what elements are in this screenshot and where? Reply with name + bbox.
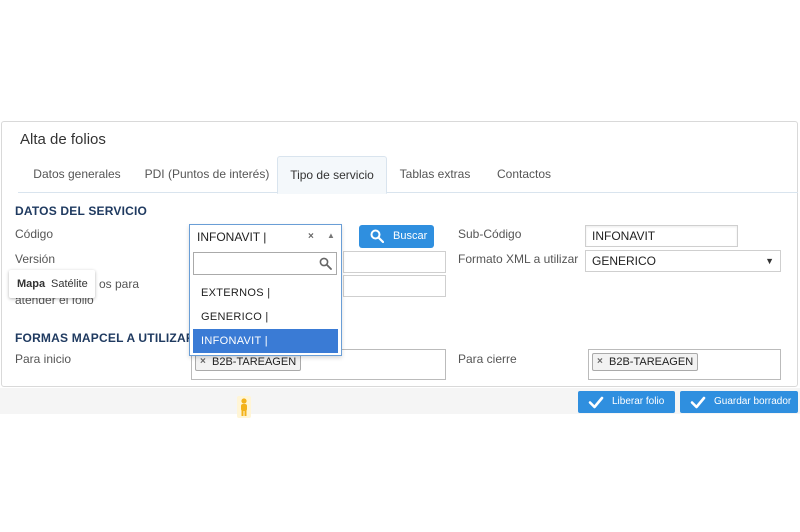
panel-title: Alta de folios (20, 131, 106, 148)
buscar-button[interactable]: Buscar (359, 225, 434, 248)
cierre-label: Para cierre (458, 352, 517, 366)
dropdown-search-input[interactable] (193, 252, 337, 275)
guardar-borrador-label: Guardar borrador (714, 396, 792, 407)
check-icon (690, 396, 706, 409)
remove-chip-icon[interactable]: × (200, 354, 206, 370)
version-label: Versión (15, 252, 56, 266)
formato-value: GENERICO (592, 254, 657, 268)
guardar-borrador-button[interactable]: Guardar borrador (680, 391, 798, 413)
dropdown-option-generico[interactable]: GENERICO | (193, 305, 338, 329)
codigo-label: Código (15, 227, 54, 241)
cierre-multiselect[interactable]: × B2B-TAREAGEN (588, 349, 781, 380)
caret-up-icon[interactable]: ▲ (327, 231, 335, 240)
search-icon (370, 229, 384, 243)
version-input[interactable] (343, 251, 446, 273)
buscar-label: Buscar (393, 230, 428, 242)
subcodigo-label: Sub-Código (458, 227, 522, 241)
section-datos-servicio: DATOS DEL SERVICIO (15, 204, 148, 218)
map-type-mapa[interactable]: Mapa (17, 270, 45, 298)
tab-tablas-extras[interactable]: Tablas extras (390, 156, 480, 193)
formato-select[interactable]: GENERICO ▼ (585, 250, 781, 272)
dropdown-option-infonavit[interactable]: INFONAVIT | (193, 329, 338, 353)
tab-tipo-servicio[interactable]: Tipo de servicio (277, 156, 387, 194)
section-formas-mapcel: FORMAS MAPCEL A UTILIZAR (15, 331, 195, 345)
check-icon (588, 396, 604, 409)
search-icon (319, 257, 332, 270)
inicio-chip-label: B2B-TAREAGEN (212, 356, 297, 368)
codigo-selected-value: INFONAVIT | (197, 230, 267, 244)
clear-selection-icon[interactable]: × (308, 231, 314, 242)
codigo-select-head[interactable]: INFONAVIT | × ▲ (190, 225, 341, 249)
liberar-folio-button[interactable]: Liberar folio (578, 391, 675, 413)
map-type-control: Mapa Satélite (9, 270, 95, 298)
punto-label-line1: os para (99, 277, 140, 291)
pegman-icon[interactable] (237, 396, 251, 418)
caret-down-icon: ▼ (765, 256, 774, 266)
subcodigo-input[interactable]: INFONAVIT (585, 225, 738, 247)
codigo-dropdown[interactable]: INFONAVIT | × ▲ EXTERNOS | GENERICO | IN… (189, 224, 342, 356)
map-type-satelite[interactable]: Satélite (51, 270, 88, 298)
cierre-chip-label: B2B-TAREAGEN (609, 356, 694, 368)
inicio-label: Para inicio (15, 352, 72, 366)
tab-contactos[interactable]: Contactos (484, 156, 564, 193)
formato-label: Formato XML a utilizar (458, 252, 579, 266)
cierre-chip: × B2B-TAREAGEN (592, 353, 699, 371)
remove-chip-icon[interactable]: × (597, 354, 603, 370)
tab-bar: Datos generales PDI (Puntos de interés) … (18, 156, 798, 194)
tab-pdi[interactable]: PDI (Puntos de interés) (136, 156, 278, 193)
tab-datos-generales[interactable]: Datos generales (22, 156, 132, 193)
punto-atencion-input[interactable] (343, 275, 446, 297)
dropdown-option-externos[interactable]: EXTERNOS | (193, 281, 338, 305)
liberar-folio-label: Liberar folio (612, 396, 665, 407)
